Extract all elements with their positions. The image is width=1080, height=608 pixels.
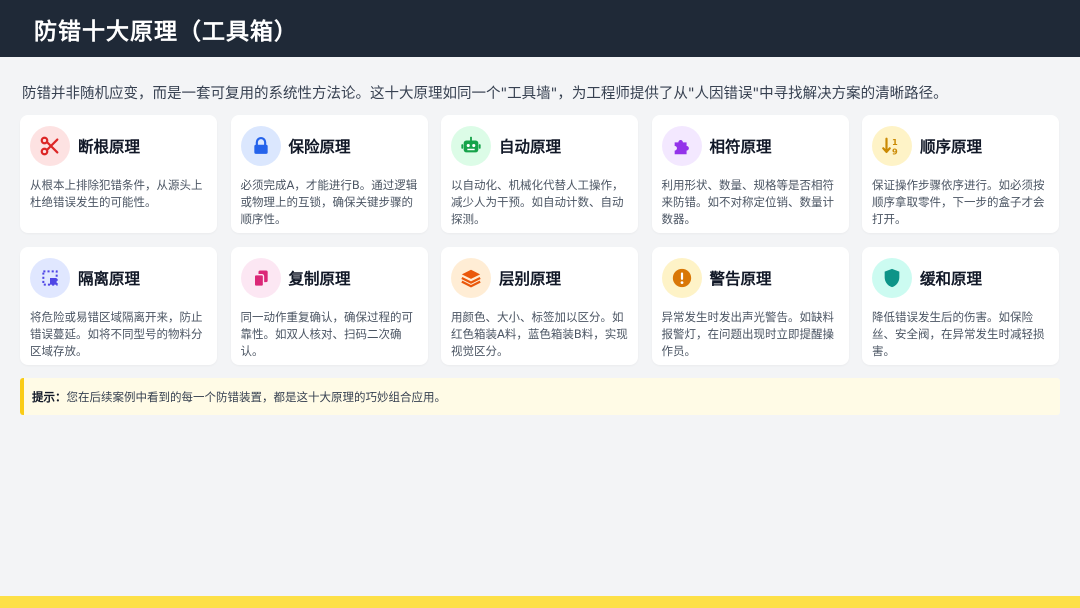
principle-desc: 保证操作步骤依序进行。如必须按顺序拿取零件，下一步的盒子才会打开。 — [872, 178, 1045, 226]
principle-desc: 利用形状、数量、规格等是否相符来防错。如不对称定位销、数量计数器。 — [661, 178, 835, 226]
principle-card: 警告原理 异常发生时发出声光警告。如缺料报警灯，在问题出现时立即提醒操作员。 — [651, 247, 849, 365]
principle-title: 顺序原理 — [920, 138, 983, 156]
principle-title: 缓和原理 — [920, 270, 983, 288]
principle-title: 警告原理 — [709, 270, 772, 288]
principle-title: 隔离原理 — [78, 270, 141, 288]
robot-icon — [451, 126, 491, 166]
principle-desc: 同一动作重复确认，确保过程的可靠性。如双人核对、扫码二次确认。 — [240, 310, 414, 358]
principle-title: 自动原理 — [499, 138, 562, 156]
copy-icon — [240, 258, 281, 298]
bottom-accent-bar — [0, 596, 1080, 608]
sort-icon: 19 — [872, 126, 912, 166]
principle-title: 复制原理 — [288, 270, 351, 288]
puzzle-icon — [661, 126, 702, 166]
principle-card: 保险原理 必须完成A，才能进行B。通过逻辑或物理上的互锁，确保关键步骤的顺序性。 — [230, 115, 428, 233]
svg-text:9: 9 — [892, 146, 898, 156]
principle-card: 隔离原理 将危险或易错区域隔离开来，防止错误蔓延。如将不同型号的物料分区域存放。 — [20, 247, 217, 365]
principle-desc: 异常发生时发出声光警告。如缺料报警灯，在问题出现时立即提醒操作员。 — [661, 310, 835, 358]
principle-desc: 以自动化、机械化代替人工操作，减少人为干预。如自动计数、自动探测。 — [451, 178, 624, 226]
principle-desc: 将危险或易错区域隔离开来，防止错误蔓延。如将不同型号的物料分区域存放。 — [30, 310, 203, 358]
principle-card: 相符原理 利用形状、数量、规格等是否相符来防错。如不对称定位销、数量计数器。 — [651, 115, 849, 233]
principle-card: 断根原理 从根本上排除犯错条件，从源头上杜绝错误发生的可能性。 — [20, 115, 217, 233]
dashed-square-icon — [30, 258, 70, 298]
intro-text: 防错并非随机应变，而是一套可复用的系统性方法论。这十大原理如同一个"工具墙"，为… — [22, 86, 948, 102]
principle-title: 保险原理 — [288, 138, 351, 156]
scissors-icon — [30, 126, 70, 166]
principle-desc: 必须完成A，才能进行B。通过逻辑或物理上的互锁，确保关键步骤的顺序性。 — [240, 178, 418, 226]
shield-icon — [872, 258, 912, 298]
tip-label: 提示： — [32, 389, 67, 404]
tip-box: 提示： 您在后续案例中看到的每一个防错装置，都是这十大原理的巧妙组合应用。 — [20, 378, 1060, 415]
title-bar: 防错十大原理（工具箱） — [0, 0, 1080, 57]
principle-card: 层别原理 用颜色、大小、标签加以区分。如红色箱装A料，蓝色箱装B料，实现视觉区分… — [441, 247, 638, 365]
principle-title: 相符原理 — [709, 138, 772, 156]
page-title: 防错十大原理（工具箱） — [34, 18, 298, 45]
principle-title: 层别原理 — [499, 270, 562, 288]
principle-card: 复制原理 同一动作重复确认，确保过程的可靠性。如双人核对、扫码二次确认。 — [230, 247, 428, 365]
principle-desc: 从根本上排除犯错条件，从源头上杜绝错误发生的可能性。 — [30, 178, 203, 209]
layers-icon — [451, 258, 491, 298]
principle-title: 断根原理 — [78, 138, 141, 156]
principle-card: 缓和原理 降低错误发生后的伤害。如保险丝、安全阀，在异常发生时减轻损害。 — [862, 247, 1059, 365]
tip-text: 您在后续案例中看到的每一个防错装置，都是这十大原理的巧妙组合应用。 — [66, 389, 447, 404]
principle-desc: 降低错误发生后的伤害。如保险丝、安全阀，在异常发生时减轻损害。 — [872, 310, 1045, 358]
principle-card: 自动原理 以自动化、机械化代替人工操作，减少人为干预。如自动计数、自动探测。 — [441, 115, 638, 233]
principle-card: 19 顺序原理 保证操作步骤依序进行。如必须按顺序拿取零件，下一步的盒子才会打开… — [862, 115, 1059, 233]
principles-grid: 断根原理 从根本上排除犯错条件，从源头上杜绝错误发生的可能性。 保险原理 必须完… — [20, 115, 1060, 365]
exclamation-icon — [661, 258, 702, 298]
lock-icon — [240, 126, 281, 166]
slide: 防错十大原理（工具箱） 防错并非随机应变，而是一套可复用的系统性方法论。这十大原… — [0, 0, 1080, 608]
principle-desc: 用颜色、大小、标签加以区分。如红色箱装A料，蓝色箱装B料，实现视觉区分。 — [451, 310, 628, 358]
